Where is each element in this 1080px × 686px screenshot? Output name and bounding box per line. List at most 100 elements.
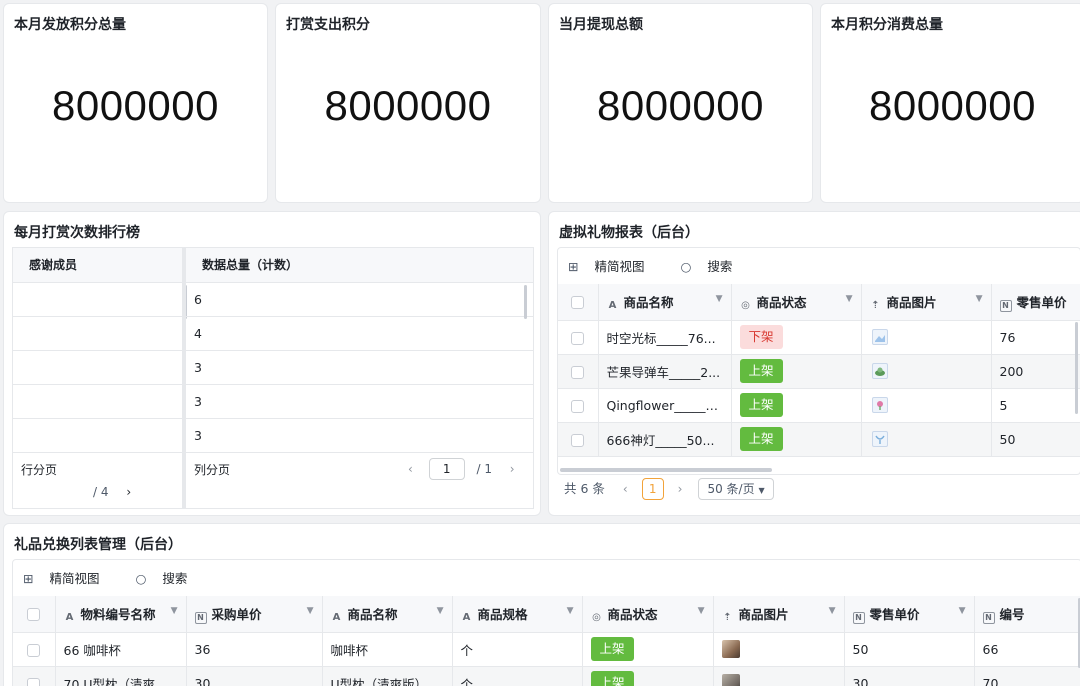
header-retail-price[interactable]: N 零售单价 ▼ bbox=[844, 596, 975, 633]
header-product-name[interactable]: A 商品名称 ▼ bbox=[322, 596, 453, 633]
product-thumbnail[interactable] bbox=[721, 674, 740, 686]
total-count: 共 6 条 bbox=[564, 481, 605, 496]
row-checkbox[interactable] bbox=[27, 643, 40, 657]
search-button[interactable]: ○ 搜索 bbox=[680, 259, 748, 274]
chevron-down-icon: ▼ bbox=[758, 486, 765, 495]
table-row[interactable]: 66 咖啡杯 36 咖啡杯 个 上架 50 66 bbox=[13, 632, 1080, 667]
table-row[interactable]: 70 U型枕（清爽版） 30 U型枕（清爽版） 个 上架 30 70 bbox=[13, 666, 1080, 686]
select-all-checkbox[interactable] bbox=[27, 608, 40, 622]
cell-retail-price: 5 bbox=[991, 388, 1080, 423]
row-pager-next-button[interactable]: › bbox=[126, 485, 131, 499]
page-size-select[interactable]: 50 条/页 ▼ bbox=[698, 478, 774, 500]
cell-retail-price: 200 bbox=[991, 354, 1080, 389]
table-row[interactable]: 666神灯_____50... 上架 50 bbox=[558, 422, 1080, 457]
header-product-image[interactable]: ⇡ 商品图片 ▼ bbox=[713, 596, 845, 633]
table-row[interactable]: 芒果导弹车_____2... 上架 200 bbox=[558, 354, 1080, 389]
cell-number: 70 bbox=[974, 666, 1080, 686]
product-thumbnail[interactable] bbox=[721, 640, 740, 658]
text-field-icon: A bbox=[65, 611, 74, 623]
number-field-icon: N bbox=[999, 299, 1012, 312]
chevron-down-icon[interactable]: ▼ bbox=[959, 606, 966, 616]
row-checkbox[interactable] bbox=[571, 433, 584, 447]
chevron-down-icon[interactable]: ▼ bbox=[716, 294, 723, 304]
ranking-col-header-count: 数据总量（计数） bbox=[186, 248, 533, 283]
view-toggle-button[interactable]: ⊞ 精简视图 bbox=[568, 259, 661, 274]
view-toggle-button[interactable]: ⊞ 精简视图 bbox=[23, 571, 116, 586]
product-thumbnail[interactable] bbox=[871, 397, 888, 414]
stat-title: 当月提现总额 bbox=[559, 17, 643, 33]
status-field-icon: ◎ bbox=[592, 611, 601, 623]
chevron-down-icon[interactable]: ▼ bbox=[171, 606, 178, 616]
table-row[interactable]: Qingflower_____5... 上架 5 bbox=[558, 388, 1080, 423]
ranking-member-cell bbox=[13, 351, 184, 385]
header-number[interactable]: N 编号 bbox=[974, 596, 1080, 633]
vertical-scrollbar[interactable] bbox=[1075, 322, 1078, 414]
search-button[interactable]: ○ 搜索 bbox=[135, 571, 203, 586]
ranking-right-pane: 数据总量（计数） 6 4 3 3 3 列分页 ‹ 1 / 1 › bbox=[185, 247, 534, 509]
stat-value: 8000000 bbox=[596, 82, 764, 129]
upload-field-icon: ⇡ bbox=[871, 299, 880, 311]
cell-code-name: 66 咖啡杯 bbox=[55, 632, 187, 667]
product-thumbnail[interactable] bbox=[871, 431, 888, 448]
header-product-status[interactable]: ◎ 商品状态 ▼ bbox=[582, 596, 714, 633]
chevron-down-icon[interactable]: ▼ bbox=[846, 294, 853, 304]
header-product-spec[interactable]: A 商品规格 ▼ bbox=[452, 596, 583, 633]
chevron-down-icon[interactable]: ▼ bbox=[307, 606, 314, 616]
chevron-down-icon[interactable]: ▼ bbox=[437, 606, 444, 616]
status-badge: 上架 bbox=[590, 637, 634, 661]
product-thumbnail[interactable] bbox=[871, 363, 888, 380]
col-pager-prev-button[interactable]: ‹ bbox=[408, 462, 413, 476]
stat-value: 8000000 bbox=[51, 82, 219, 129]
horizontal-scrollbar[interactable] bbox=[560, 468, 772, 472]
text-field-icon: A bbox=[462, 611, 471, 623]
virtual-gifts-title: 虚拟礼物报表（后台） bbox=[559, 225, 699, 241]
cell-product-name: 咖啡杯 bbox=[322, 632, 453, 667]
number-field-icon: N bbox=[982, 611, 995, 624]
current-page[interactable]: 1 bbox=[641, 478, 664, 500]
chevron-down-icon[interactable]: ▼ bbox=[829, 606, 836, 616]
status-badge: 上架 bbox=[739, 359, 783, 383]
row-checkbox[interactable] bbox=[571, 331, 584, 345]
header-retail-price[interactable]: N 零售单价 bbox=[991, 284, 1080, 321]
cell-product-spec: 个 bbox=[452, 632, 583, 667]
row-checkbox[interactable] bbox=[27, 677, 40, 686]
cell-product-name: 时空光标_____76... bbox=[598, 320, 732, 355]
prev-page-button[interactable]: ‹ bbox=[623, 482, 628, 496]
row-checkbox[interactable] bbox=[571, 399, 584, 413]
virtual-gifts-pagination: 共 6 条 ‹ 1 › 50 条/页 ▼ bbox=[564, 478, 774, 500]
stat-card-withdraw: 当月提现总额 8000000 bbox=[548, 3, 813, 203]
ranking-left-pane: 感谢成员 行分页 / 4 › bbox=[12, 247, 187, 509]
product-thumbnail[interactable] bbox=[871, 329, 888, 346]
ranking-count-cell: 3 bbox=[186, 351, 533, 385]
cell-product-name: 666神灯_____50... bbox=[598, 422, 732, 457]
row-pager: / 4 › bbox=[93, 485, 131, 499]
header-product-name[interactable]: A 商品名称 ▼ bbox=[598, 284, 732, 321]
cell-product-name: 芒果导弹车_____2... bbox=[598, 354, 732, 389]
cell-retail-price: 30 bbox=[844, 666, 975, 686]
chevron-down-icon[interactable]: ▼ bbox=[698, 606, 705, 616]
row-checkbox[interactable] bbox=[571, 365, 584, 379]
header-code-name[interactable]: A 物料编号名称 ▼ bbox=[55, 596, 187, 633]
ranking-count-cell: 3 bbox=[186, 385, 533, 419]
col-pager-label: 列分页 bbox=[194, 463, 231, 477]
header-product-status[interactable]: ◎ 商品状态 ▼ bbox=[731, 284, 862, 321]
header-purchase-price[interactable]: N 采购单价 ▼ bbox=[186, 596, 323, 633]
col-scrollbar[interactable] bbox=[524, 285, 527, 319]
col-pager-next-button[interactable]: › bbox=[510, 462, 515, 476]
header-product-image[interactable]: ⇡ 商品图片 ▼ bbox=[861, 284, 992, 321]
next-page-button[interactable]: › bbox=[678, 482, 683, 496]
chevron-down-icon[interactable]: ▼ bbox=[567, 606, 574, 616]
table-row[interactable]: 时空光标_____76... 下架 76 bbox=[558, 320, 1080, 355]
ranking-count-cell: 6 bbox=[186, 283, 533, 317]
number-field-icon: N bbox=[194, 611, 207, 624]
col-pager-input[interactable]: 1 bbox=[428, 458, 465, 480]
stat-title: 本月积分消费总量 bbox=[831, 17, 943, 33]
select-all-checkbox[interactable] bbox=[571, 296, 584, 310]
upload-field-icon: ⇡ bbox=[723, 611, 732, 623]
chevron-down-icon[interactable]: ▼ bbox=[976, 294, 983, 304]
cell-number: 66 bbox=[974, 632, 1080, 667]
col-pager: ‹ 1 / 1 › bbox=[408, 458, 515, 480]
exchange-table: A 物料编号名称 ▼ N 采购单价 ▼ A 商品名称 ▼ A 商品规格 ▼ ◎ 商品状态 ▼ ⇡ 商品… bbox=[13, 596, 1080, 686]
ranking-title: 每月打赏次数排行榜 bbox=[14, 225, 140, 241]
status-field-icon: ◎ bbox=[741, 299, 750, 311]
